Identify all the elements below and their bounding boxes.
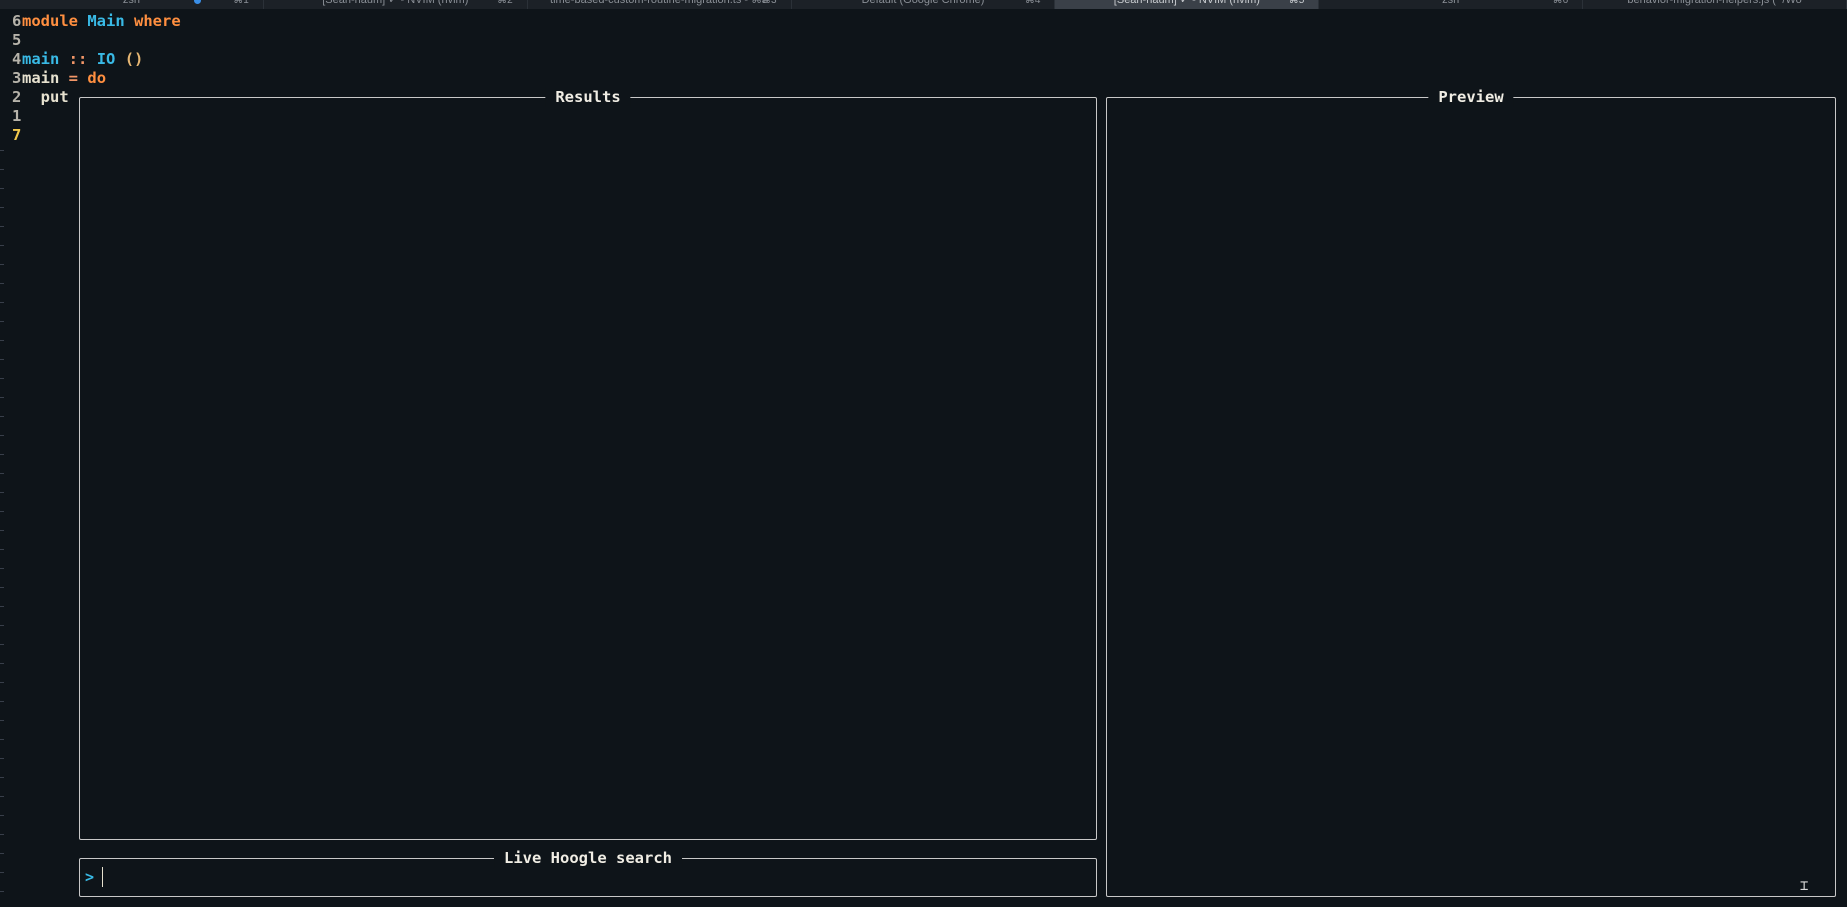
code-line[interactable]: 7	[0, 126, 22, 145]
tab-title: [Sean-haum] ✓ - NVIM (nvim)	[1113, 0, 1260, 6]
line-number: 4	[12, 50, 22, 68]
code-token: main	[22, 69, 60, 87]
tab-shortcut: ⌘2	[497, 0, 513, 6]
code-token: module	[22, 12, 78, 30]
code-token: ()	[124, 50, 144, 68]
live-hoogle-search-panel[interactable]: Live Hoogle search >	[79, 848, 1097, 897]
preview-panel-title: Preview	[1428, 87, 1514, 107]
terminal-tab[interactable]: Default (Google Chrome) ⌘4	[792, 0, 1056, 9]
terminal-tab[interactable]: [Sean-haum] ✓ - NVIM (nvim) ⌘5	[1055, 0, 1320, 9]
terminal-tab-bar: zsh ⌘1 [Sean-haum] ✓ - NVIM (nvim) ⌘2 time-b…	[0, 0, 1847, 9]
code-line[interactable]: 3main = do	[0, 69, 106, 88]
code-token: IO	[96, 50, 116, 68]
hoogle-search-input[interactable]	[106, 865, 1090, 891]
code-token: where	[134, 12, 181, 30]
search-prompt-icon: >	[85, 868, 95, 886]
results-panel-title: Results	[545, 87, 631, 107]
tab-title: [Sean-haum] ✓ - NVIM (nvim)	[322, 0, 469, 6]
tab-title: Default (Google Chrome)	[861, 0, 985, 6]
code-token: main	[22, 50, 60, 68]
preview-panel[interactable]: Preview	[1106, 87, 1836, 897]
tab-shortcut: ⌘4	[1024, 0, 1041, 6]
text-cursor	[102, 867, 103, 887]
line-number: 5	[12, 31, 22, 49]
tab-title: behavior-migration-helpers.js (~/Wo	[1627, 0, 1802, 6]
tab-title: zsh	[1442, 0, 1460, 6]
tab-shortcut: ⌘1	[233, 0, 249, 6]
empty-line-gutter	[0, 150, 4, 907]
code-token: put	[22, 88, 69, 106]
tab-title: zsh	[122, 0, 140, 6]
code-line[interactable]: 4main :: IO ()	[0, 50, 143, 69]
code-line[interactable]: 1	[0, 107, 22, 126]
results-panel[interactable]: Results	[79, 87, 1097, 840]
code-line[interactable]: 5	[0, 31, 22, 50]
line-number: 6	[12, 12, 22, 30]
tab-shortcut: ⌘5	[1288, 0, 1305, 6]
terminal-tab[interactable]: time-based-custom-routine-migration.ts -…	[528, 0, 792, 9]
ibeam-cursor-icon: ⌶	[1800, 878, 1809, 894]
line-number: 7	[12, 126, 22, 144]
code-token: Main	[87, 12, 125, 30]
line-number: 2	[12, 88, 22, 106]
tab-shortcut: ⌘3	[761, 0, 777, 6]
code-line[interactable]: 2 put	[0, 88, 69, 107]
terminal-tab[interactable]: zsh ⌘1	[0, 0, 264, 9]
line-number: 3	[12, 69, 22, 87]
code-token: =	[68, 69, 79, 87]
tab-shortcut: ⌘6	[1552, 0, 1569, 6]
code-token: ::	[68, 50, 88, 68]
terminal-tab[interactable]: [Sean-haum] ✓ - NVIM (nvim) ⌘2	[264, 0, 528, 9]
code-token: do	[87, 69, 107, 87]
tab-title: time-based-custom-routine-migration.ts -…	[550, 0, 769, 6]
terminal-tab[interactable]: zsh ⌘6	[1319, 0, 1584, 9]
line-number: 1	[12, 107, 22, 125]
code-line[interactable]: 6module Main where	[0, 12, 181, 31]
terminal-tab[interactable]: behavior-migration-helpers.js (~/Wo	[1583, 0, 1847, 9]
